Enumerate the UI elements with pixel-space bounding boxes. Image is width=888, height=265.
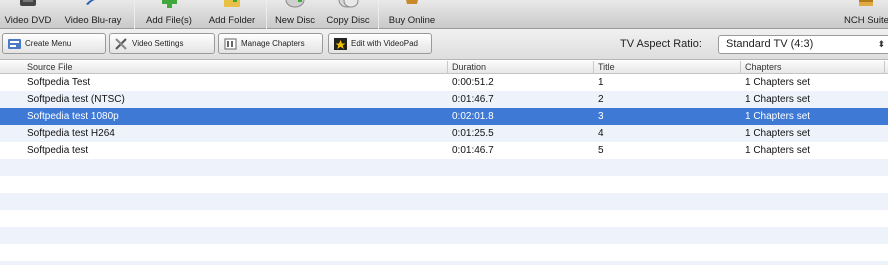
edit-with-videopad-label: Edit with VideoPad <box>351 39 419 48</box>
title-cell: 3 <box>598 111 604 122</box>
add-files-label: Add File(s) <box>146 15 192 26</box>
column-divider <box>593 61 594 74</box>
aspect-ratio-label: TV Aspect Ratio: <box>620 38 702 50</box>
empty-row <box>0 227 888 244</box>
video-bluray-label: Video Blu-ray <box>64 15 122 26</box>
chapters-cell: 1 Chapters set <box>745 145 811 156</box>
add-folder-button[interactable]: Add Folder <box>203 0 261 29</box>
table-body: Softpedia Test 0:00:51.2 1 1 Chapters se… <box>0 74 888 265</box>
title-cell: 5 <box>598 145 604 156</box>
chapters-cell: 1 Chapters set <box>745 77 811 88</box>
buy-online-button[interactable]: Buy Online <box>382 0 442 29</box>
source-file-cell: Softpedia test <box>27 145 89 156</box>
empty-row <box>0 159 888 176</box>
table-header: Source File Duration Title Chapters <box>0 61 888 74</box>
copy-disc-icon <box>338 0 359 8</box>
duration-cell: 0:01:46.7 <box>452 145 494 156</box>
cart-icon <box>406 0 418 4</box>
chapters-cell: 1 Chapters set <box>745 111 811 122</box>
empty-row <box>0 176 888 193</box>
source-file-cell: Softpedia Test <box>27 77 91 88</box>
new-disc-label: New Disc <box>274 15 316 26</box>
nch-suite-icon <box>859 0 873 6</box>
nch-suite-button[interactable]: NCH Suite <box>836 0 888 29</box>
video-settings-button[interactable]: Video Settings <box>109 33 215 54</box>
tools-icon <box>115 37 127 50</box>
add-files-button[interactable]: Add File(s) <box>140 0 198 29</box>
empty-row <box>0 193 888 210</box>
column-divider <box>447 61 448 74</box>
copy-disc-label: Copy Disc <box>326 15 370 26</box>
video-settings-label: Video Settings <box>132 39 184 48</box>
table-row-selected[interactable]: Softpedia test 1080p 0:02:01.8 3 1 Chapt… <box>0 108 888 125</box>
duration-cell: 0:01:25.5 <box>452 128 494 139</box>
toolbar-divider <box>266 0 267 29</box>
duration-cell: 0:02:01.8 <box>452 111 494 122</box>
edit-with-videopad-button[interactable]: Edit with VideoPad <box>328 33 432 54</box>
create-menu-label: Create Menu <box>25 39 72 48</box>
aspect-ratio-select[interactable]: Standard TV (4:3) ⬍ <box>718 35 888 54</box>
file-table: Source File Duration Title Chapters Soft… <box>0 61 888 265</box>
column-header-title[interactable]: Title <box>598 62 615 72</box>
duration-cell: 0:00:51.2 <box>452 77 494 88</box>
manage-chapters-label: Manage Chapters <box>241 39 305 48</box>
add-folder-icon <box>224 0 240 7</box>
video-bluray-button[interactable]: Video Blu-ray <box>58 0 128 29</box>
main-toolbar: Video DVD Video Blu-ray Add File(s) Add … <box>0 0 888 29</box>
title-cell: 2 <box>598 94 604 105</box>
table-row[interactable]: Softpedia test (NTSC) 0:01:46.7 2 1 Chap… <box>0 91 888 108</box>
action-bar: Create Menu Video Settings Manage Chapte… <box>0 29 888 60</box>
table-row[interactable]: Softpedia test H264 0:01:25.5 4 1 Chapte… <box>0 125 888 142</box>
empty-row <box>0 261 888 265</box>
add-folder-label: Add Folder <box>208 15 256 26</box>
toolbar-divider <box>134 0 135 29</box>
chapters-icon <box>224 38 237 49</box>
column-divider <box>884 61 885 74</box>
chapters-cell: 1 Chapters set <box>745 128 811 139</box>
bluray-icon <box>86 0 100 5</box>
menu-icon <box>8 38 21 49</box>
copy-disc-button[interactable]: Copy Disc <box>322 0 374 29</box>
add-file-icon <box>162 0 177 8</box>
source-file-cell: Softpedia test (NTSC) <box>27 94 125 105</box>
empty-row <box>0 244 888 261</box>
column-header-source-file[interactable]: Source File <box>27 62 73 72</box>
aspect-ratio-value: Standard TV (4:3) <box>726 38 814 50</box>
duration-cell: 0:01:46.7 <box>452 94 494 105</box>
video-dvd-label: Video DVD <box>4 15 52 26</box>
empty-row <box>0 210 888 227</box>
toolbar-divider <box>378 0 379 29</box>
title-cell: 4 <box>598 128 604 139</box>
new-disc-icon <box>285 0 305 8</box>
videopad-icon <box>334 37 347 50</box>
manage-chapters-button[interactable]: Manage Chapters <box>218 33 323 54</box>
create-menu-button[interactable]: Create Menu <box>2 33 106 54</box>
video-dvd-button[interactable]: Video DVD <box>0 0 56 29</box>
nch-suite-label: NCH Suite <box>844 15 888 26</box>
table-row[interactable]: Softpedia test 0:01:46.7 5 1 Chapters se… <box>0 142 888 159</box>
column-header-chapters[interactable]: Chapters <box>745 62 782 72</box>
chapters-cell: 1 Chapters set <box>745 94 811 105</box>
column-header-duration[interactable]: Duration <box>452 62 486 72</box>
column-divider <box>740 61 741 74</box>
source-file-cell: Softpedia test H264 <box>27 128 115 139</box>
source-file-cell: Softpedia test 1080p <box>27 111 119 122</box>
buy-online-label: Buy Online <box>388 15 436 26</box>
table-row[interactable]: Softpedia Test 0:00:51.2 1 1 Chapters se… <box>0 74 888 91</box>
title-cell: 1 <box>598 77 604 88</box>
new-disc-button[interactable]: New Disc <box>270 0 320 29</box>
select-arrows-icon: ⬍ <box>877 39 885 49</box>
dvd-icon <box>20 0 36 6</box>
